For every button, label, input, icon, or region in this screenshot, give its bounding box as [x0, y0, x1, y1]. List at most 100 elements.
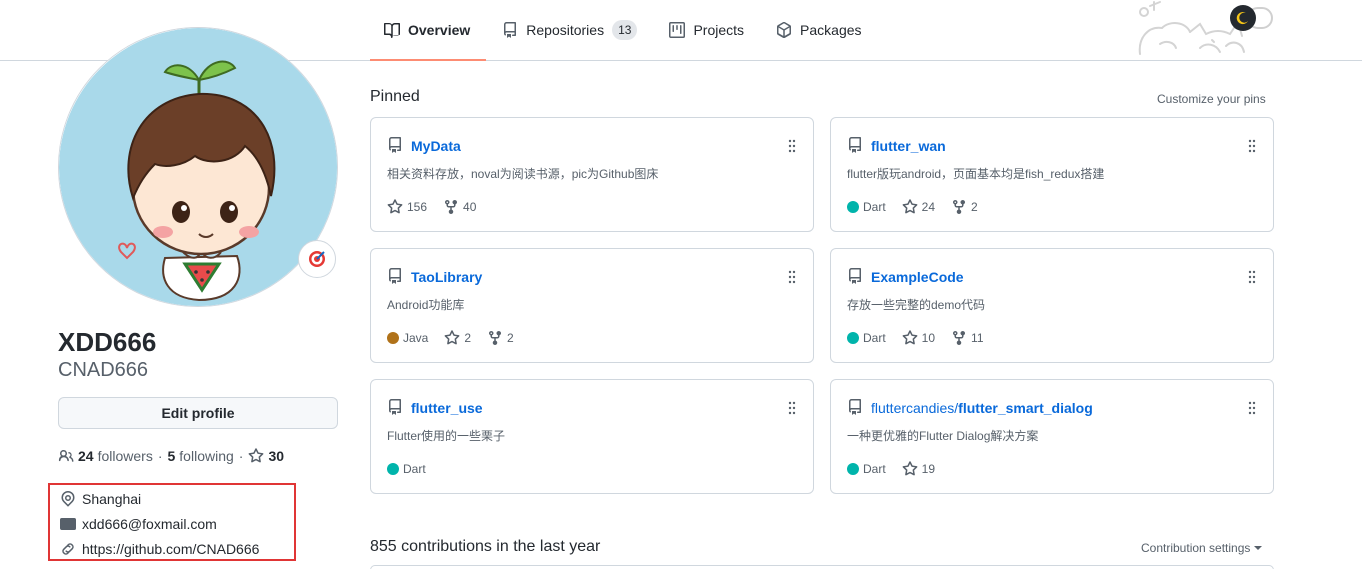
fork-icon — [445, 199, 458, 215]
avatar-image — [59, 28, 337, 306]
star-icon — [902, 461, 918, 476]
pinned-repo-card: flutter_use Flutter使用的一些栗子 Dart — [370, 379, 814, 494]
drag-handle-icon[interactable] — [1247, 401, 1257, 415]
repo-link[interactable]: fluttercandies/flutter_smart_dialog — [871, 399, 1093, 417]
forks-count: 11 — [971, 331, 984, 345]
follow-stats: 24 followers · 5 following · 30 — [58, 446, 288, 466]
repo-language: Java — [387, 331, 428, 345]
drag-handle-icon[interactable] — [1247, 270, 1257, 284]
repo-forks-link[interactable]: 11 — [951, 330, 984, 346]
repo-description: 存放一些完整的demo代码 — [847, 298, 986, 312]
repo-description: Flutter使用的一些栗子 — [387, 429, 506, 443]
tab-overview[interactable]: Overview — [370, 0, 487, 61]
contribution-settings-dropdown[interactable]: Contribution settings — [1141, 541, 1263, 555]
location-icon — [61, 491, 75, 507]
caret-down-icon — [1254, 546, 1263, 550]
stars-count: 2 — [464, 331, 472, 345]
tab-label: Repositories — [526, 22, 605, 38]
stars-count: 24 — [921, 200, 936, 214]
repo-icon — [504, 22, 517, 38]
tab-projects[interactable]: Projects — [653, 0, 760, 60]
email-item[interactable]: xdd666@foxmail.com — [60, 514, 217, 534]
language-name: Dart — [403, 462, 426, 476]
forks-count: 2 — [507, 331, 514, 345]
repo-description: flutter版玩android，页面基本均是fish_redux搭建 — [847, 167, 1105, 181]
tab-label: Overview — [408, 22, 471, 38]
forks-count: 40 — [463, 200, 477, 214]
customize-pins-link[interactable]: Customize your pins — [1157, 92, 1266, 106]
stars-count: 156 — [407, 200, 428, 214]
language-color-dot — [847, 332, 859, 344]
repo-link[interactable]: flutter_use — [411, 399, 483, 417]
contributions-heading: 855 contributions in the last year — [370, 538, 601, 555]
location-item: Shanghai — [60, 489, 141, 509]
repo-name: TaoLibrary — [411, 269, 483, 285]
repo-language: Dart — [847, 331, 886, 345]
contribution-graph — [370, 565, 1274, 569]
repo-language: Dart — [387, 462, 426, 476]
repo-description: 相关资料存放，noval为阅读书源，pic为Github图床 — [387, 167, 659, 181]
repo-meta: 156 40 — [387, 198, 492, 216]
followers-link[interactable]: 24 followers — [58, 448, 153, 464]
stars-count: 30 — [268, 448, 285, 464]
drag-handle-icon[interactable] — [787, 401, 797, 415]
fork-icon — [489, 330, 502, 346]
language-name: Dart — [863, 200, 886, 214]
star-icon — [902, 199, 918, 214]
repo-stars-link[interactable]: 24 — [902, 199, 935, 215]
following-link[interactable]: 5 following — [168, 448, 234, 464]
people-icon — [58, 450, 74, 462]
drag-handle-icon[interactable] — [787, 139, 797, 153]
drag-handle-icon[interactable] — [787, 270, 797, 284]
location-text: Shanghai — [82, 491, 142, 507]
repo-link[interactable]: MyData — [411, 137, 461, 155]
following-label: following — [179, 448, 234, 464]
repo-owner: fluttercandies/ — [871, 400, 959, 416]
repo-icon — [849, 137, 861, 153]
drag-handle-icon[interactable] — [1247, 139, 1257, 153]
pinned-repo-card: MyData 相关资料存放，noval为阅读书源，pic为Github图床 156 4… — [370, 117, 814, 232]
repo-link[interactable]: TaoLibrary — [411, 268, 482, 286]
language-name: Dart — [863, 462, 886, 476]
repo-link[interactable]: ExampleCode — [871, 268, 964, 286]
stars-link[interactable]: 30 — [248, 448, 288, 464]
repo-stars-link[interactable]: 19 — [902, 461, 935, 477]
pinned-heading: Pinned — [370, 88, 420, 105]
pinned-repo-card: fluttercandies/flutter_smart_dialog 一种更优雅… — [830, 379, 1274, 494]
language-name: Dart — [863, 331, 886, 345]
status-button[interactable] — [298, 240, 336, 278]
repo-meta: Java 2 2 — [387, 329, 530, 347]
website-item[interactable]: https://github.com/CNAD666 — [60, 539, 259, 559]
repo-icon — [389, 268, 401, 284]
website-link[interactable]: https://github.com/CNAD666 — [82, 541, 259, 557]
tab-repositories[interactable]: Repositories 13 — [486, 0, 653, 60]
star-icon — [387, 199, 403, 214]
repo-link[interactable]: flutter_wan — [871, 137, 946, 155]
target-emoji-icon — [309, 251, 325, 267]
repo-meta: Dart — [387, 460, 442, 478]
stars-count: 10 — [921, 331, 936, 345]
star-icon — [902, 330, 918, 345]
book-icon — [384, 22, 400, 38]
repo-stars-link[interactable]: 156 — [387, 199, 427, 215]
repo-name: flutter_wan — [871, 138, 946, 154]
followers-label: followers — [97, 448, 153, 464]
fork-icon — [953, 199, 966, 215]
repo-icon — [389, 399, 401, 415]
stars-count: 19 — [921, 462, 936, 476]
repo-forks-link[interactable]: 40 — [443, 199, 476, 215]
repo-meta: Dart 19 — [847, 460, 951, 478]
tab-label: Projects — [693, 22, 745, 38]
repo-stars-link[interactable]: 10 — [902, 330, 935, 346]
repo-language: Dart — [847, 200, 886, 214]
repo-forks-link[interactable]: 2 — [487, 330, 514, 346]
tab-packages[interactable]: Packages — [760, 0, 877, 60]
email-link[interactable]: xdd666@foxmail.com — [82, 516, 217, 532]
star-icon — [249, 448, 264, 463]
repo-meta: Dart 10 11 — [847, 329, 1000, 347]
avatar[interactable] — [58, 27, 338, 307]
edit-profile-button[interactable]: Edit profile — [58, 397, 338, 429]
theme-toggle-switch[interactable] — [1230, 5, 1274, 31]
repo-forks-link[interactable]: 2 — [951, 199, 978, 215]
repo-stars-link[interactable]: 2 — [444, 330, 471, 346]
